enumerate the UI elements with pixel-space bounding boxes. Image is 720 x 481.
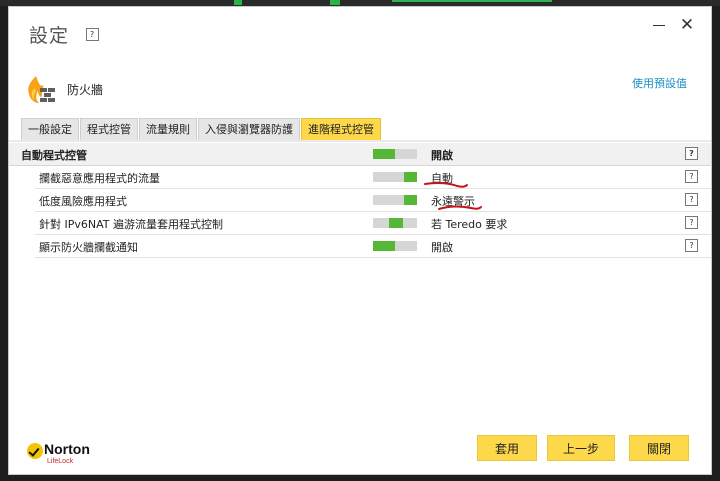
logo-name: Norton — [44, 441, 90, 457]
norton-logo: Norton LifeLock — [27, 441, 107, 469]
tab-intrusion-browser-protection[interactable]: 入侵與瀏覽器防護 — [198, 118, 300, 140]
section-value: 開啟 — [431, 149, 453, 162]
tab-general[interactable]: 一般設定 — [21, 118, 79, 140]
tab-bar: 一般設定 程式控管 流量規則 入侵與瀏覽器防護 進階程式控管 — [21, 118, 382, 140]
setting-row: 低度風險應用程式 永遠警示 ? — [35, 189, 711, 212]
setting-row: 顯示防火牆攔截通知 開啟 ? — [35, 235, 711, 258]
tab-traffic-rules[interactable]: 流量規則 — [139, 118, 197, 140]
firewall-label: 防火牆 — [67, 83, 104, 97]
section-row-auto-program-control: 自動程式控管 開啟 ? — [9, 143, 711, 166]
setting-value: 若 Teredo 要求 — [431, 218, 508, 231]
help-icon[interactable]: ? — [685, 147, 698, 160]
help-icon[interactable]: ? — [685, 216, 698, 229]
help-icon[interactable]: ? — [685, 193, 698, 206]
help-icon[interactable]: ? — [685, 239, 698, 252]
setting-toggle[interactable] — [373, 241, 417, 251]
settings-list: 自動程式控管 開啟 ? 攔截惡意應用程式的流量 自動 ? 低度風險應用程式 永遠… — [9, 143, 711, 258]
tab-program-control[interactable]: 程式控管 — [80, 118, 138, 140]
window-title-text: 設定 — [29, 25, 70, 47]
setting-row: 針對 IPv6NAT 遍游流量套用程式控制 若 Teredo 要求 ? — [35, 212, 711, 235]
help-icon[interactable]: ? — [685, 170, 698, 183]
close-button[interactable]: 關閉 — [629, 435, 689, 461]
window-title: 設定 ? — [29, 21, 99, 48]
logo-sub: LifeLock — [47, 458, 74, 465]
tab-underline — [9, 140, 711, 142]
setting-toggle[interactable] — [373, 195, 417, 205]
tab-advanced-program-control[interactable]: 進階程式控管 — [301, 118, 381, 140]
apply-button[interactable]: 套用 — [477, 435, 537, 461]
setting-label: 針對 IPv6NAT 遍游流量套用程式控制 — [39, 218, 223, 231]
setting-label: 顯示防火牆攔截通知 — [39, 241, 138, 254]
setting-toggle[interactable] — [373, 218, 417, 228]
setting-value: 開啟 — [431, 241, 453, 254]
setting-label: 攔截惡意應用程式的流量 — [39, 172, 160, 185]
close-icon[interactable]: ✕ — [677, 15, 697, 35]
settings-window: 設定 ? ✕ 防火牆 使用預設值 一般設定 程式控管 流量規則 入侵與瀏覽器防護… — [8, 6, 712, 475]
norton-check-icon — [27, 443, 43, 459]
use-defaults-link[interactable]: 使用預設值 — [632, 75, 687, 91]
title-help-icon[interactable]: ? — [86, 28, 99, 41]
setting-toggle[interactable] — [373, 172, 417, 182]
section-label: 自動程式控管 — [21, 149, 87, 162]
minimize-icon[interactable] — [649, 15, 669, 35]
setting-label: 低度風險應用程式 — [39, 195, 127, 208]
firewall-icon — [28, 76, 55, 103]
back-button[interactable]: 上一步 — [547, 435, 615, 461]
section-toggle[interactable] — [373, 149, 417, 159]
setting-row: 攔截惡意應用程式的流量 自動 ? — [35, 166, 711, 189]
